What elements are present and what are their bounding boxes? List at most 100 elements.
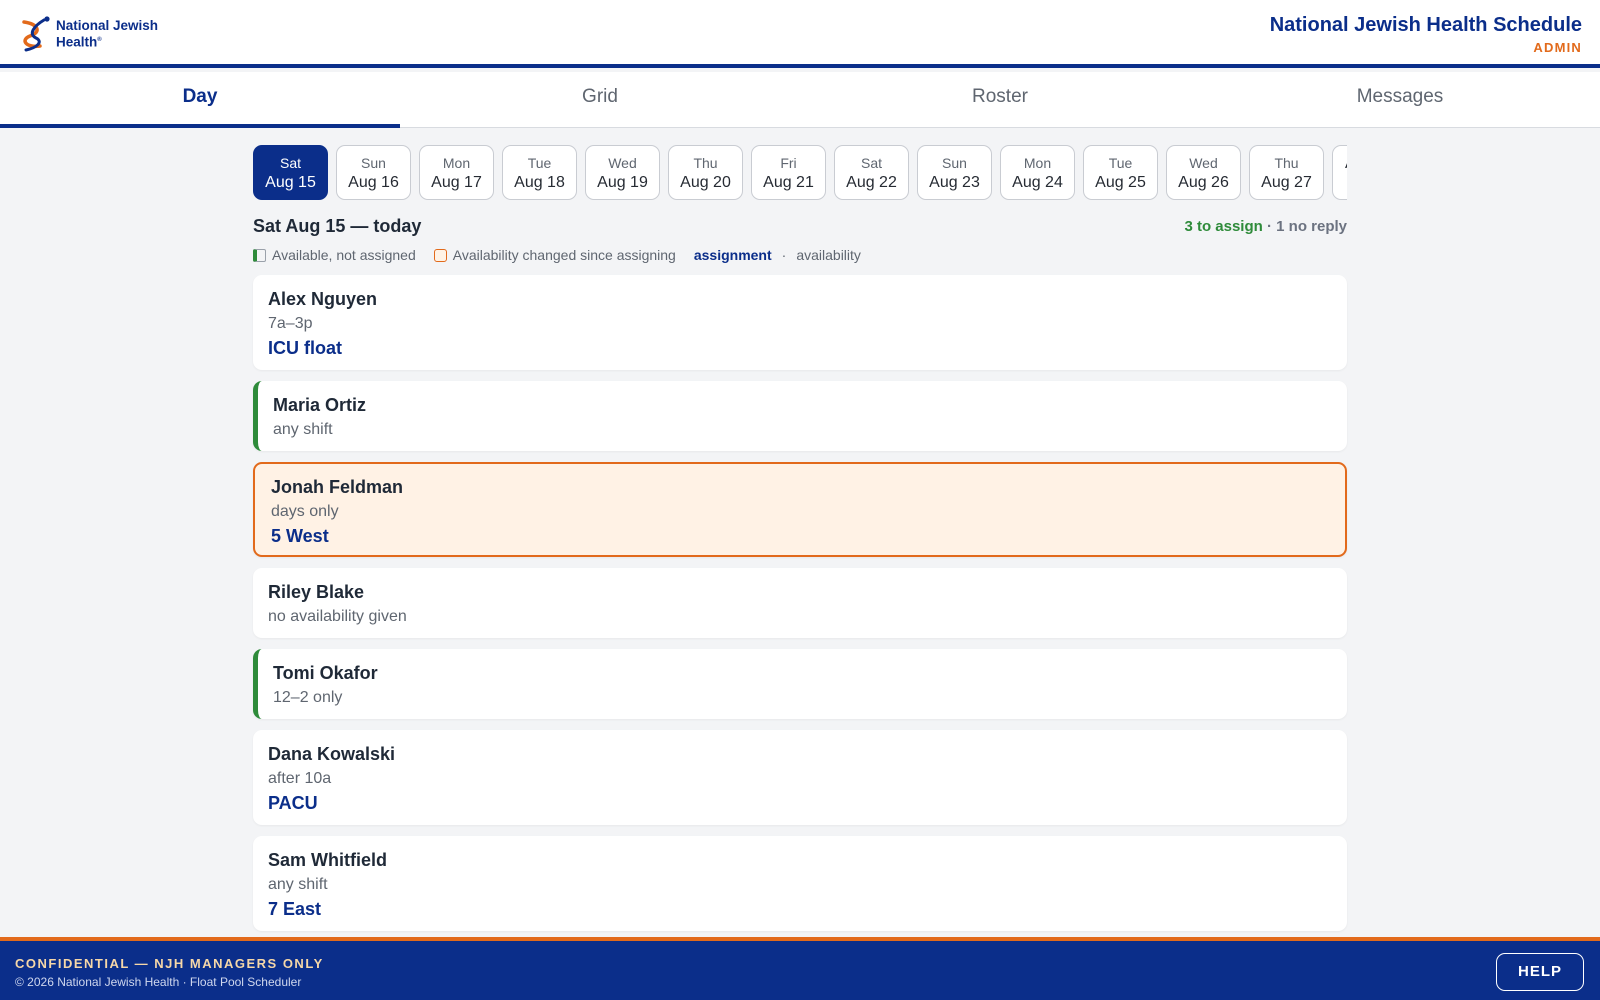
legend-changed: Availability changed since assigning bbox=[452, 247, 676, 263]
staff-assignment: 7 East bbox=[268, 899, 322, 919]
legend-assignment: assignment bbox=[693, 247, 772, 263]
no-reply-count: 1 no reply bbox=[1276, 217, 1347, 235]
main-tabs: Day Grid Roster Messages bbox=[0, 72, 1600, 128]
staff-availability: any shift bbox=[268, 876, 328, 893]
date-dow: Sat bbox=[279, 155, 301, 171]
legend-availability: availability bbox=[796, 247, 861, 263]
app-title: National Jewish Health Schedule bbox=[1269, 14, 1582, 36]
staff-availability: 7a–3p bbox=[268, 315, 313, 332]
date-label: Aug 21 bbox=[763, 174, 814, 191]
role-badge: ADMIN bbox=[1533, 40, 1582, 55]
date-pill[interactable]: Fri Aug 21 bbox=[751, 145, 826, 200]
date-pill[interactable]: Wed Aug 26 bbox=[1166, 145, 1241, 200]
date-pill[interactable]: Sun Aug 23 bbox=[917, 145, 992, 200]
date-dow: Sun bbox=[361, 155, 386, 171]
date-dow: Fri bbox=[780, 155, 797, 171]
date-pill[interactable]: Thu Aug 20 bbox=[668, 145, 743, 200]
staff-assignment: PACU bbox=[268, 793, 318, 813]
date-pill[interactable]: Wed Aug 19 bbox=[585, 145, 660, 200]
logo-wordmark: National Jewish Health® bbox=[56, 17, 176, 50]
day-title: Sat Aug 15 — today bbox=[253, 215, 422, 236]
date-pill[interactable]: Tue Aug 18 bbox=[502, 145, 577, 200]
date-pill[interactable]: A bbox=[1332, 145, 1347, 200]
date-label: Aug 18 bbox=[514, 174, 565, 191]
date-label: Aug 15 bbox=[265, 174, 316, 191]
legend: Available, not assigned Availability cha… bbox=[253, 246, 1347, 264]
staff-availability: any shift bbox=[273, 421, 333, 438]
date-dow: Mon bbox=[442, 155, 471, 171]
registered-mark: ® bbox=[97, 36, 102, 43]
title-block: National Jewish Health Schedule ADMIN bbox=[1270, 14, 1582, 55]
date-dow: Sun bbox=[942, 155, 967, 171]
date-dow: Wed bbox=[1189, 155, 1218, 171]
app-footer: CONFIDENTIAL — NJH MANAGERS ONLY © 2026 … bbox=[0, 937, 1600, 1000]
staff-card[interactable]: Alex Nguyen 7a–3p ICU float bbox=[253, 275, 1347, 370]
staff-card[interactable]: Sam Whitfield any shift 7 East bbox=[253, 836, 1347, 931]
tab-messages[interactable]: Messages bbox=[1200, 72, 1600, 127]
date-pill[interactable]: Sat Aug 15 bbox=[253, 145, 328, 200]
date-dow: Mon bbox=[1023, 155, 1052, 171]
date-label: Aug 25 bbox=[1095, 174, 1146, 191]
staff-availability: days only bbox=[271, 503, 339, 520]
day-counts: 3 to assign · 1 no reply bbox=[1184, 218, 1347, 235]
staff-name: Sam Whitfield bbox=[268, 850, 388, 870]
help-button[interactable]: HELP bbox=[1496, 953, 1584, 991]
staff-card[interactable]: Dana Kowalski after 10a PACU bbox=[253, 730, 1347, 825]
date-label: Aug 24 bbox=[1012, 174, 1063, 191]
app-header: National Jewish Health® National Jewish … bbox=[0, 0, 1600, 68]
day-view: Sat Aug 15 Sun Aug 16 Mon Aug 17 Tue Aug 18 Wed A… bbox=[253, 145, 1347, 942]
staff-availability: 12–2 only bbox=[273, 689, 343, 706]
staff-name: Alex Nguyen bbox=[268, 289, 378, 309]
date-label: Aug 27 bbox=[1261, 174, 1312, 191]
date-label: Aug 16 bbox=[348, 174, 399, 191]
confidential-notice: CONFIDENTIAL — NJH MANAGERS ONLY bbox=[15, 956, 324, 971]
staff-card[interactable]: Riley Blake no availability given bbox=[253, 568, 1347, 638]
staff-name: Jonah Feldman bbox=[271, 477, 404, 497]
tab-roster[interactable]: Roster bbox=[800, 72, 1200, 127]
staff-card[interactable]: Maria Ortiz any shift bbox=[253, 381, 1347, 451]
date-dow: Tue bbox=[527, 155, 552, 171]
date-label: Aug 23 bbox=[929, 174, 980, 191]
njh-logo-icon bbox=[22, 16, 50, 52]
staff-assignment: ICU float bbox=[268, 338, 342, 358]
date-dow: Thu bbox=[1274, 155, 1299, 171]
date-strip[interactable]: Sat Aug 15 Sun Aug 16 Mon Aug 17 Tue Aug 18 Wed A… bbox=[253, 145, 1347, 201]
date-label: Aug 19 bbox=[597, 174, 648, 191]
legend-dot: · bbox=[781, 247, 787, 263]
staff-card[interactable]: Jonah Feldman days only 5 West bbox=[253, 462, 1347, 557]
date-label: Aug 26 bbox=[1178, 174, 1229, 191]
available-swatch bbox=[253, 248, 266, 262]
logo-line-2: Health bbox=[56, 34, 98, 50]
changed-swatch bbox=[433, 248, 447, 262]
staff-card[interactable]: Tomi Okafor 12–2 only bbox=[253, 649, 1347, 719]
njh-logo[interactable]: National Jewish Health® bbox=[16, 14, 176, 54]
staff-assignment: 5 West bbox=[271, 526, 329, 546]
tab-day[interactable]: Day bbox=[0, 72, 400, 128]
date-dow: Sat bbox=[860, 155, 882, 171]
staff-availability: after 10a bbox=[268, 770, 332, 787]
date-pill[interactable]: Mon Aug 24 bbox=[1000, 145, 1075, 200]
staff-list: Alex Nguyen 7a–3p ICU float Maria Ortiz any … bbox=[253, 275, 1347, 931]
date-dow: Thu bbox=[693, 155, 718, 171]
tab-grid[interactable]: Grid bbox=[400, 72, 800, 127]
staff-name: Dana Kowalski bbox=[268, 744, 396, 764]
staff-name: Maria Ortiz bbox=[273, 395, 367, 415]
date-pill[interactable]: Thu Aug 27 bbox=[1249, 145, 1324, 200]
date-pill[interactable]: Tue Aug 25 bbox=[1083, 145, 1158, 200]
date-dow: Wed bbox=[608, 155, 637, 171]
legend-available: Available, not assigned bbox=[272, 247, 416, 263]
date-label: Aug 22 bbox=[846, 174, 897, 191]
day-summary-bar: Sat Aug 15 — today 3 to assign · 1 no re… bbox=[253, 215, 1347, 237]
date-pill[interactable]: Mon Aug 17 bbox=[419, 145, 494, 200]
counts-separator: · bbox=[1262, 217, 1277, 235]
staff-name: Tomi Okafor bbox=[273, 663, 378, 683]
date-label: A bbox=[1333, 155, 1347, 173]
date-pill[interactable]: Sat Aug 22 bbox=[834, 145, 909, 200]
date-dow: Tue bbox=[1108, 155, 1133, 171]
to-assign-count: 3 to assign bbox=[1184, 217, 1263, 235]
date-pill[interactable]: Sun Aug 16 bbox=[336, 145, 411, 200]
logo-line-1: National Jewish bbox=[56, 17, 159, 33]
copyright: © 2026 National Jewish Health · Float Po… bbox=[15, 975, 302, 989]
date-label: Aug 20 bbox=[680, 174, 731, 191]
staff-availability: no availability given bbox=[268, 608, 407, 625]
